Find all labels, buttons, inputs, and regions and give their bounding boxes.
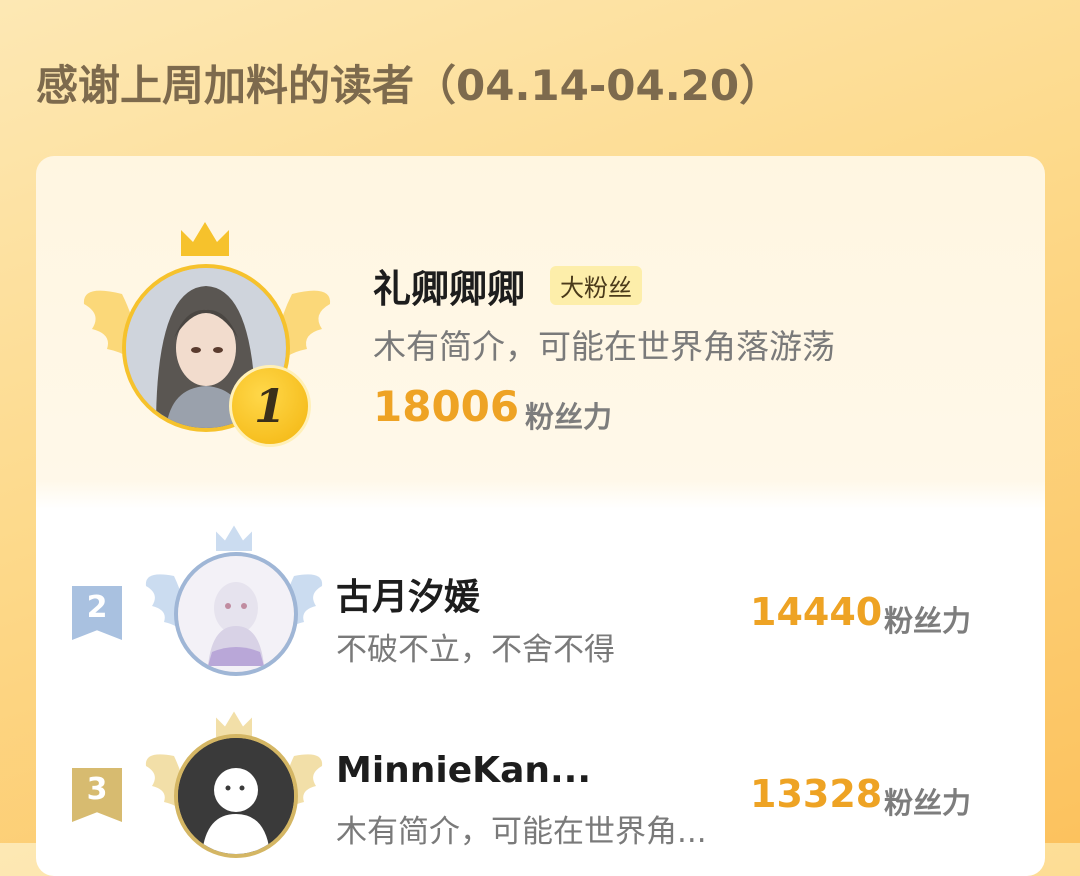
fan-power-score: 13328	[750, 772, 883, 816]
crown-icon	[216, 525, 252, 551]
page-title: 感谢上周加料的读者（04.14-04.20）	[36, 61, 782, 110]
fan-power-score: 14440	[750, 590, 883, 634]
reader-name[interactable]: MinnieKan...	[336, 750, 591, 791]
rank-ribbon: 3	[72, 768, 122, 822]
crown-icon	[181, 222, 229, 256]
rank-badge: 1	[229, 365, 311, 447]
reader-bio: 不破不立，不舍不得	[336, 632, 615, 668]
avatar[interactable]	[174, 734, 298, 858]
user-portrait-icon	[178, 556, 294, 672]
rank-ribbon: 2	[72, 586, 122, 640]
fan-level-badge: 大粉丝	[550, 266, 642, 305]
fan-power-unit: 粉丝力	[525, 400, 613, 434]
fan-power-unit: 粉丝力	[884, 604, 972, 638]
reader-bio: 木有简介，可能在世界角落游荡	[373, 327, 835, 366]
avatar[interactable]	[174, 552, 298, 676]
rank-3-entry[interactable]: 3 MinnieKan... 木有简介，可能在世界角... 13328 粉丝力	[36, 711, 1045, 876]
ranking-card: 1 礼卿卿卿 大粉丝 木有简介，可能在世界角落游荡 18006 粉丝力 2 古月…	[36, 156, 1045, 876]
reader-name[interactable]: 古月汐媛	[336, 568, 480, 620]
fan-power-unit: 粉丝力	[884, 786, 972, 820]
reader-bio: 木有简介，可能在世界角...	[336, 814, 707, 850]
rank-1-entry[interactable]: 1 礼卿卿卿 大粉丝 木有简介，可能在世界角落游荡 18006 粉丝力	[36, 156, 1045, 516]
reader-name[interactable]: 礼卿卿卿	[373, 258, 525, 313]
rank-2-entry[interactable]: 2 古月汐媛 不破不立，不舍不得 14440 粉丝力	[36, 525, 1045, 702]
fan-power-score: 18006	[373, 382, 520, 431]
default-user-icon	[178, 738, 294, 854]
